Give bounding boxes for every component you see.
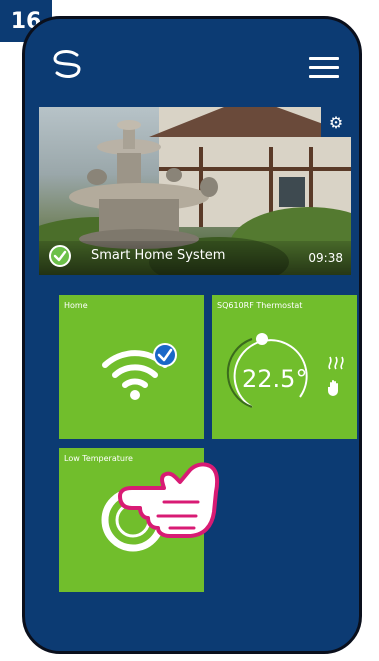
hero-caption-bar: Smart Home System 09:38: [39, 241, 351, 275]
salus-logo-icon[interactable]: [47, 47, 87, 81]
hero-banner[interactable]: ⚙ Smart Home System 09:38: [39, 107, 351, 275]
tile-thermostat-label: SQ610RF Thermostat: [217, 301, 303, 310]
clock-time: 09:38: [308, 251, 343, 265]
system-name: Smart Home System: [91, 248, 226, 263]
manual-hand-icon: [328, 380, 338, 396]
tile-home[interactable]: Home: [59, 295, 204, 439]
tile-home-label: Home: [64, 301, 88, 310]
online-check-icon: [49, 245, 71, 267]
heating-waves-icon: [328, 356, 344, 370]
tile-thermostat[interactable]: SQ610RF Thermostat 22.5°: [212, 295, 357, 439]
phone-screen: ⚙ Smart Home System 09:38 Home SQ610RF T…: [22, 16, 362, 654]
wifi-icon: [102, 343, 177, 400]
app-header: [25, 19, 359, 99]
hamburger-menu-icon[interactable]: [309, 57, 339, 79]
pointing-hand-icon: [118, 462, 220, 538]
settings-gear-icon[interactable]: ⚙: [321, 107, 351, 137]
thermostat-temperature: 22.5°: [242, 365, 308, 393]
